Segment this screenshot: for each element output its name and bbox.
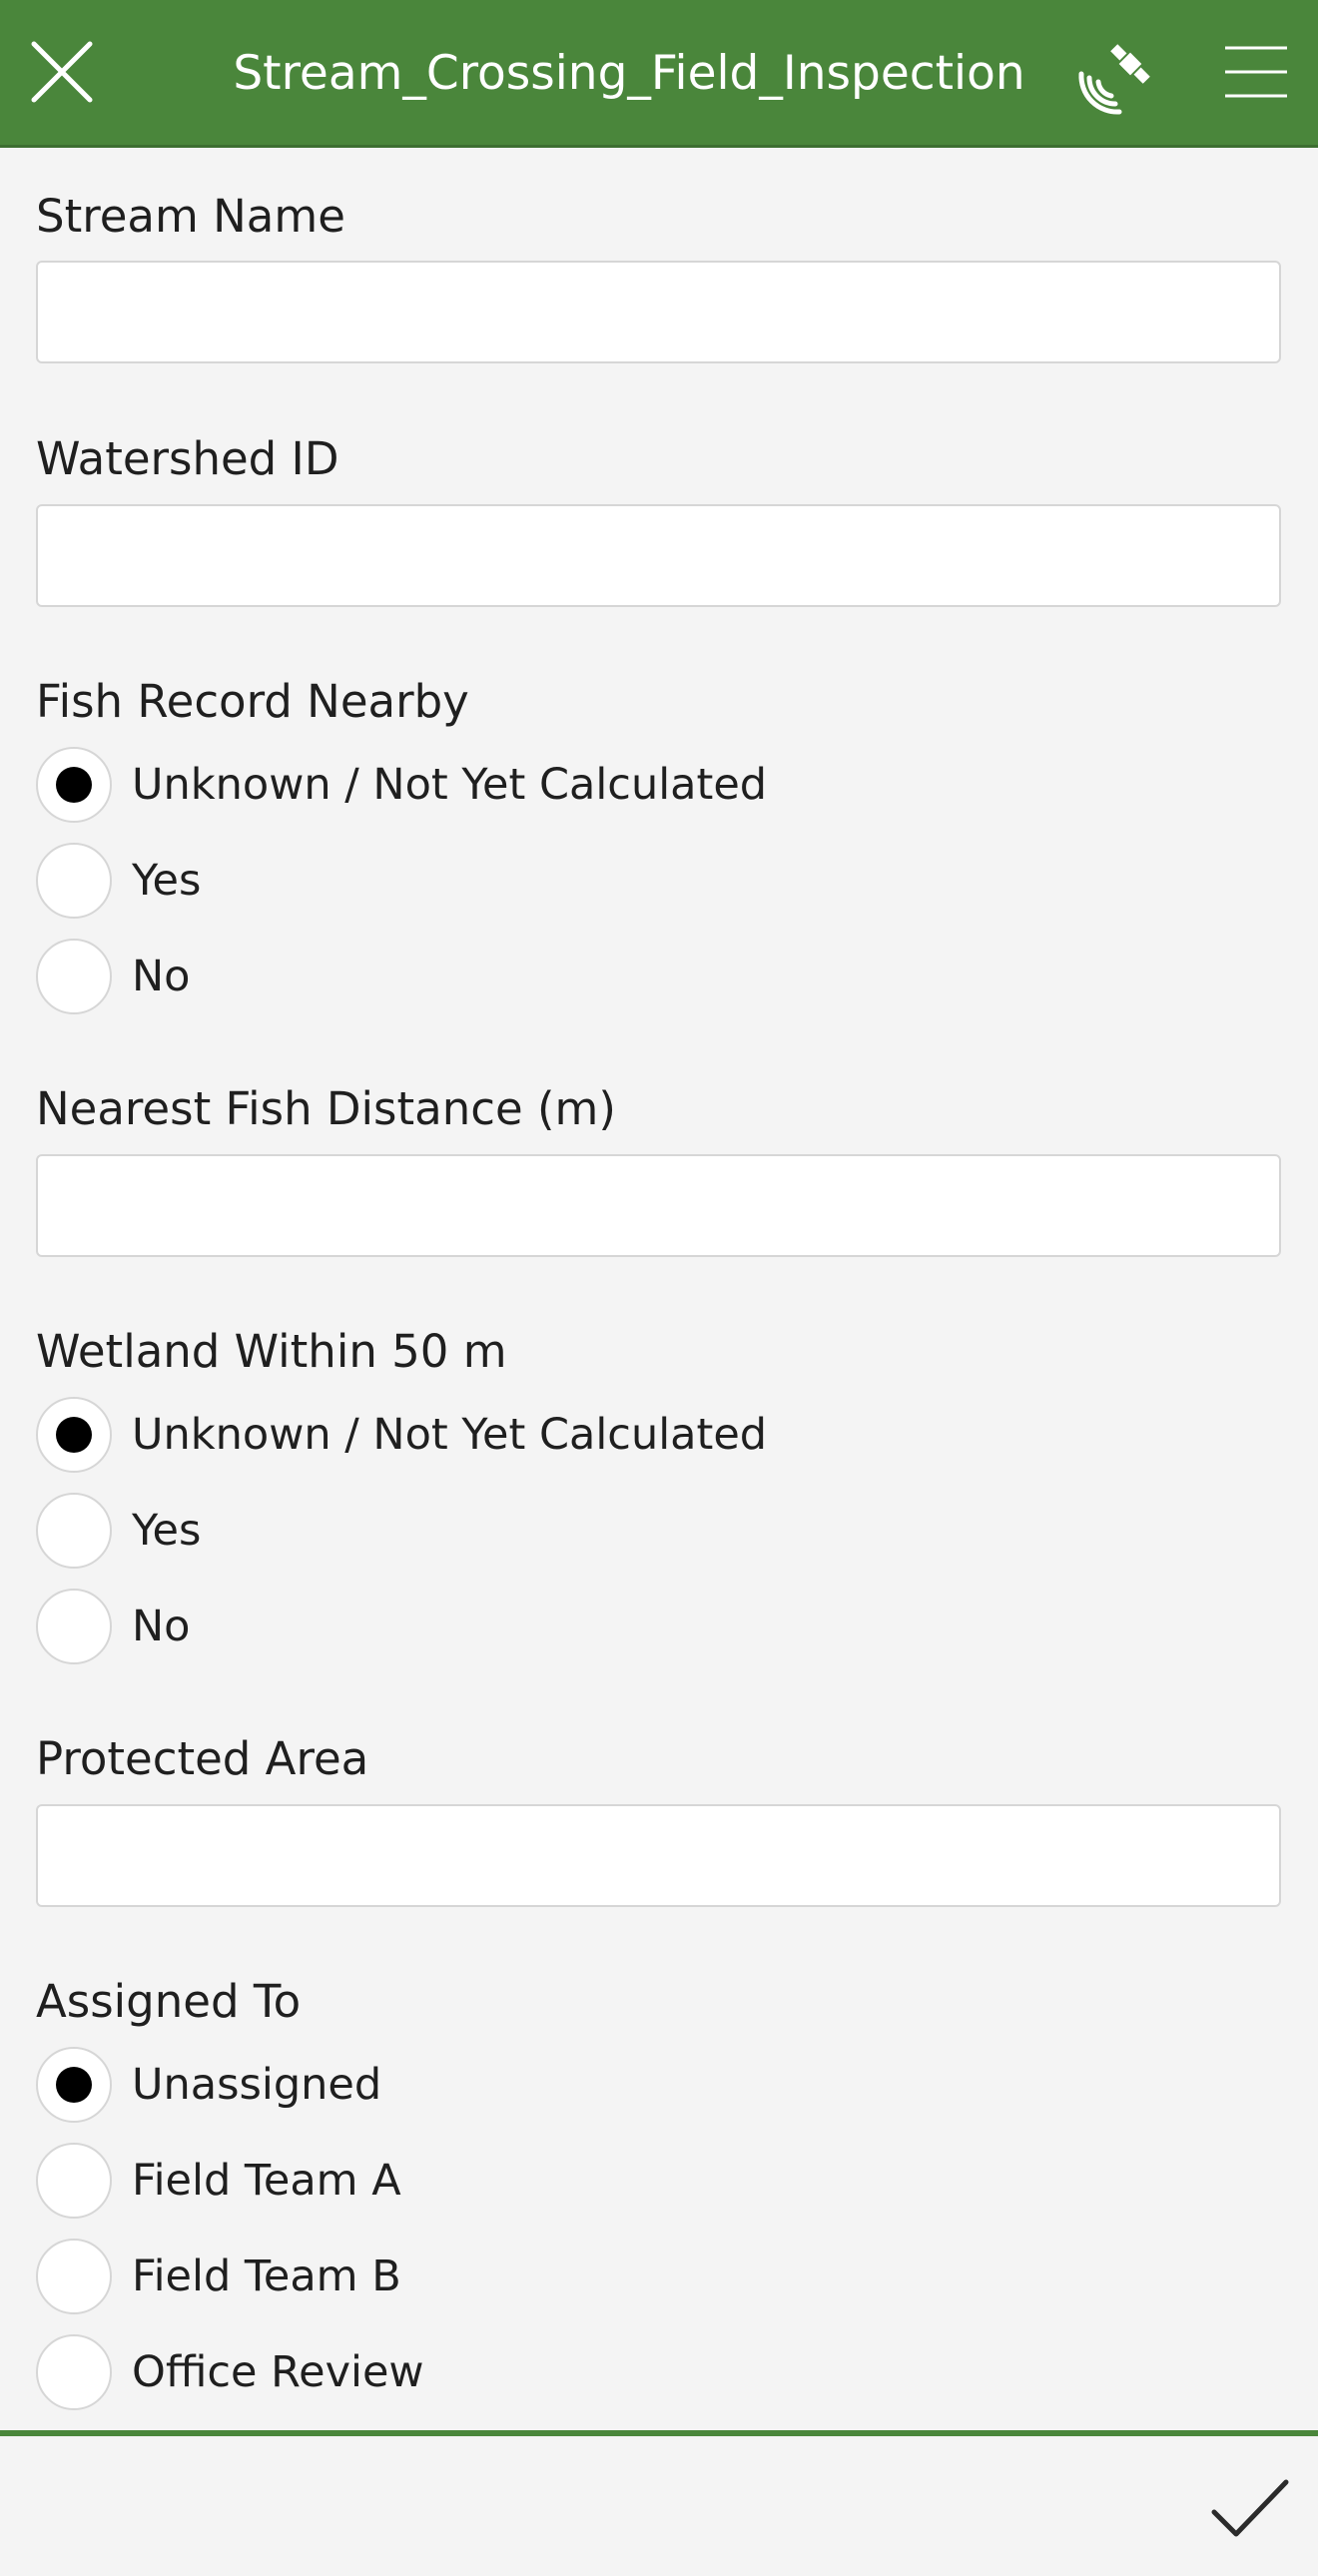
radio-option-label: Field Team B (132, 2252, 401, 2301)
radio-option-label: Yes (132, 856, 202, 906)
radio-button[interactable] (36, 2334, 112, 2410)
inspection-form: Stream Name Watershed ID Fish Record Nea… (0, 148, 1318, 2430)
protected-area-label: Protected Area (36, 1732, 369, 1785)
radio-selected-dot (56, 2067, 92, 2103)
radio-selected-dot (56, 767, 92, 803)
watershed-id-input[interactable] (36, 504, 1281, 607)
radio-selected-dot (56, 1417, 92, 1453)
nearest-fish-distance-label: Nearest Fish Distance (m) (36, 1082, 616, 1135)
radio-option-label: No (132, 952, 191, 1001)
checkmark-icon (1211, 2479, 1289, 2537)
radio-option-label: Office Review (132, 2347, 424, 2397)
radio-button[interactable] (36, 1493, 112, 1569)
menu-button[interactable] (1216, 32, 1296, 112)
radio-option-label: Unassigned (132, 2060, 382, 2110)
assigned-option-field-team-b[interactable]: Field Team B (36, 2237, 401, 2316)
satellite-gps-icon (1078, 44, 1150, 115)
close-button[interactable] (22, 32, 102, 112)
stream-name-input[interactable] (36, 261, 1281, 363)
fish-record-option-unknown[interactable]: Unknown / Not Yet Calculated (36, 745, 767, 825)
app-header: Stream_Crossing_Field_Inspection (0, 0, 1318, 148)
fish-record-nearby-label: Fish Record Nearby (36, 675, 469, 728)
radio-button[interactable] (36, 939, 112, 1014)
watershed-id-label: Watershed ID (36, 432, 339, 485)
form-title: Stream_Crossing_Field_Inspection (233, 46, 1025, 101)
radio-button[interactable] (36, 1589, 112, 1664)
radio-option-label: Unknown / Not Yet Calculated (132, 760, 768, 810)
close-icon (31, 41, 93, 103)
radio-button[interactable] (36, 2143, 112, 2219)
radio-button[interactable] (36, 747, 112, 823)
fish-record-option-no[interactable]: No (36, 937, 190, 1016)
wetland-option-yes[interactable]: Yes (36, 1491, 201, 1571)
radio-button[interactable] (36, 1397, 112, 1473)
wetland-option-unknown[interactable]: Unknown / Not Yet Calculated (36, 1395, 767, 1475)
radio-button[interactable] (36, 2047, 112, 2123)
assigned-option-office-review[interactable]: Office Review (36, 2332, 424, 2412)
fish-record-option-yes[interactable]: Yes (36, 841, 201, 921)
radio-option-label: Unknown / Not Yet Calculated (132, 1410, 768, 1460)
nearest-fish-distance-input[interactable] (36, 1154, 1281, 1257)
radio-option-label: Field Team A (132, 2156, 401, 2206)
assigned-option-unassigned[interactable]: Unassigned (36, 2045, 381, 2125)
radio-button[interactable] (36, 843, 112, 919)
stream-name-label: Stream Name (36, 190, 345, 243)
gps-button[interactable] (1070, 30, 1170, 120)
radio-button[interactable] (36, 2239, 112, 2314)
wetland-within-50m-label: Wetland Within 50 m (36, 1325, 507, 1378)
hamburger-menu-icon (1225, 46, 1287, 98)
wetland-option-no[interactable]: No (36, 1587, 190, 1666)
assigned-to-label: Assigned To (36, 1975, 302, 2028)
protected-area-input[interactable] (36, 1804, 1281, 1907)
submit-button[interactable] (1200, 2458, 1300, 2558)
form-footer (0, 2430, 1318, 2576)
assigned-option-field-team-a[interactable]: Field Team A (36, 2141, 401, 2221)
radio-option-label: Yes (132, 1506, 202, 1556)
radio-option-label: No (132, 1602, 191, 1651)
